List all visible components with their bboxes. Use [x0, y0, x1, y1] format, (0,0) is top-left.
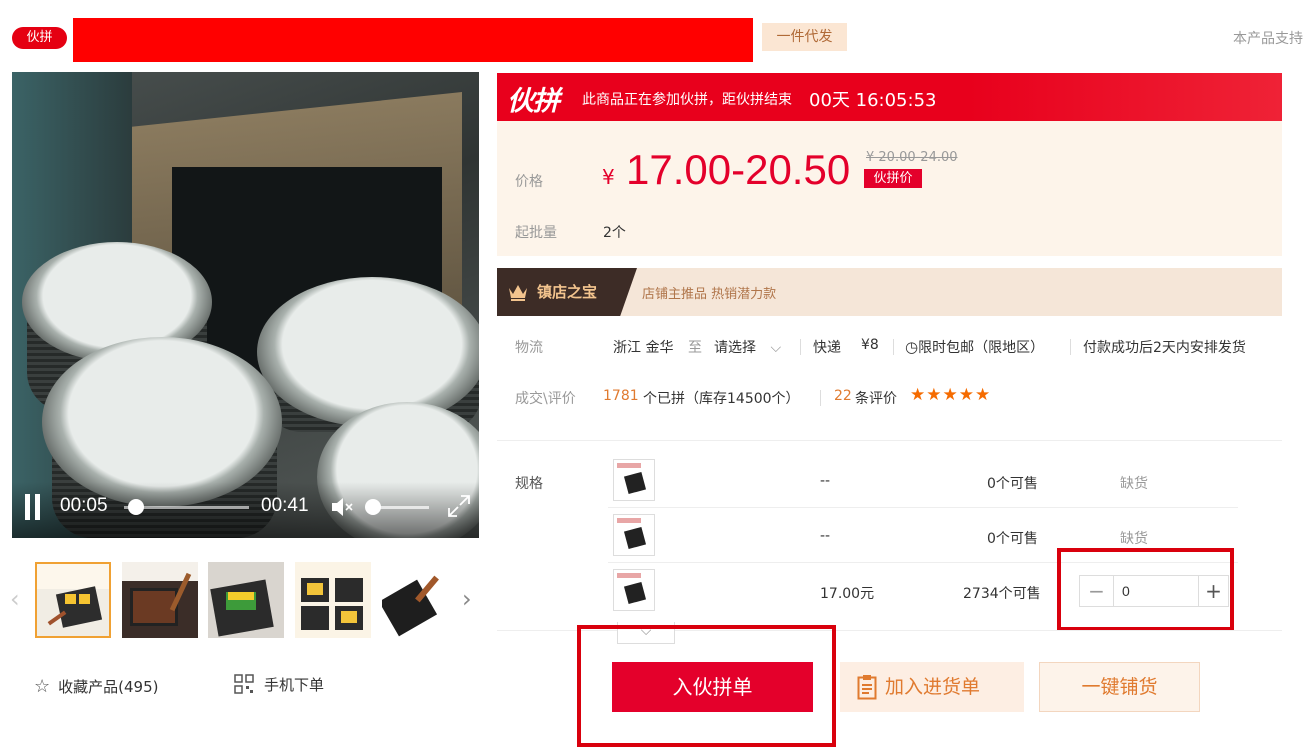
section-divider	[497, 440, 1282, 441]
favorite-button[interactable]: ☆ 收藏产品(495)	[34, 676, 158, 698]
product-title-redacted	[73, 18, 753, 62]
video-scene-pan	[257, 277, 479, 427]
moq-label: 起批量	[515, 225, 557, 241]
highlight-box-quantity	[1057, 548, 1234, 631]
mobile-order-label: 手机下单	[264, 676, 325, 694]
ship-method: 快递	[813, 340, 841, 356]
video-duration: 00:41	[261, 495, 309, 516]
thumbnail-4[interactable]	[295, 562, 371, 638]
chevron-down-icon: ⌵	[770, 340, 782, 356]
thumb-prev-arrow[interactable]: ‹	[10, 586, 26, 612]
support-text: 本产品支持	[1233, 31, 1303, 47]
video-seek-handle[interactable]	[128, 499, 144, 515]
sku-out-of-stock: 缺货	[1120, 476, 1148, 492]
sku-price: --	[820, 528, 831, 544]
ship-fee: ¥8	[861, 337, 879, 353]
add-to-cart-label: 加入进货单	[885, 676, 981, 698]
crown-icon	[509, 285, 527, 301]
dispatch-info: 付款成功后2天内安排发货	[1083, 340, 1246, 356]
huopin-logo: 伙拼	[507, 86, 560, 117]
logistics-label: 物流	[515, 340, 543, 356]
sku-available: 0个可售	[987, 531, 1038, 547]
sku-price: 17.00元	[820, 586, 875, 602]
favorite-label: 收藏产品(495)	[58, 678, 159, 696]
divider	[893, 339, 894, 355]
price-currency: ¥	[602, 165, 615, 189]
mobile-order-button[interactable]: 手机下单	[234, 674, 324, 696]
huopin-price-tag: 伙拼价	[864, 169, 922, 188]
promo-countdown: 00天 16:05:53	[809, 90, 937, 111]
original-price: ¥ 20.00-24.00	[866, 150, 958, 165]
free-shipping-info: ◷限时包邮（限地区）	[905, 337, 1044, 357]
sku-thumb-3[interactable]	[613, 569, 655, 611]
sku-available: 0个可售	[987, 476, 1038, 492]
highlight-box-join	[577, 625, 836, 747]
add-to-cart-button[interactable]: 加入进货单	[840, 662, 1024, 712]
qr-code-icon	[234, 674, 254, 694]
rating-stars-icon: ★★★★★	[910, 385, 992, 405]
reviews-count[interactable]: 22	[834, 388, 852, 404]
clipboard-icon	[857, 675, 877, 700]
deals-label: 成交\评价	[515, 391, 576, 407]
promo-text: 此商品正在参加伙拼，距伙拼结束	[582, 92, 792, 108]
deals-count-text: 个已拼（库存14500个）	[643, 391, 800, 407]
reviews-text[interactable]: 条评价	[855, 388, 897, 408]
fullscreen-icon[interactable]	[446, 493, 472, 519]
thumbnail-3[interactable]	[208, 562, 284, 638]
deals-count: 1781	[603, 388, 639, 404]
divider	[1070, 339, 1071, 355]
destination-value: 请选择	[714, 340, 756, 356]
ship-origin: 浙江 金华	[613, 340, 674, 356]
one-click-distribute-button[interactable]: 一键铺货	[1039, 662, 1200, 712]
shop-recommend-text: 店铺主推品 热销潜力款	[642, 287, 777, 302]
sku-available: 2734个可售	[963, 586, 1041, 602]
sku-thumb-2[interactable]	[613, 514, 655, 556]
promo-bar: 伙拼 此商品正在参加伙拼，距伙拼结束 00天 16:05:53	[497, 73, 1282, 121]
clock-icon: ◷	[905, 338, 919, 356]
thumbnail-2[interactable]	[122, 562, 198, 638]
huopin-badge: 伙拼	[12, 27, 67, 49]
pause-icon[interactable]	[24, 494, 42, 520]
sku-out-of-stock: 缺货	[1120, 531, 1148, 547]
price-range: 17.00-20.50	[626, 146, 851, 193]
thumb-next-arrow[interactable]: ›	[462, 586, 478, 612]
free-shipping-label: 限时包邮（限地区）	[918, 340, 1045, 356]
sku-thumb-1[interactable]	[613, 459, 655, 501]
product-video[interactable]: 00:05 00:41	[12, 72, 479, 538]
row-divider	[608, 507, 1238, 508]
star-outline-icon: ☆	[34, 676, 51, 697]
spec-label: 规格	[515, 476, 543, 492]
moq-value: 2个	[603, 225, 626, 241]
shop-treasure-title: 镇店之宝	[537, 283, 598, 301]
mute-icon[interactable]	[330, 496, 354, 518]
dropship-tag[interactable]: 一件代发	[762, 23, 847, 51]
ship-to-label: 至	[688, 340, 702, 356]
price-label: 价格	[515, 174, 543, 190]
shop-treasure-bar: 镇店之宝 店铺主推品 热销潜力款	[497, 268, 1282, 316]
sku-price: --	[820, 473, 831, 489]
divider	[820, 390, 821, 406]
thumbnail-5[interactable]	[382, 562, 458, 638]
destination-select[interactable]: 请选择 ⌵	[714, 337, 781, 357]
shop-treasure-badge: 镇店之宝	[497, 268, 637, 316]
thumbnail-1[interactable]	[35, 562, 111, 638]
volume-handle[interactable]	[365, 499, 381, 515]
divider	[800, 339, 801, 355]
video-current-time: 00:05	[60, 495, 108, 516]
